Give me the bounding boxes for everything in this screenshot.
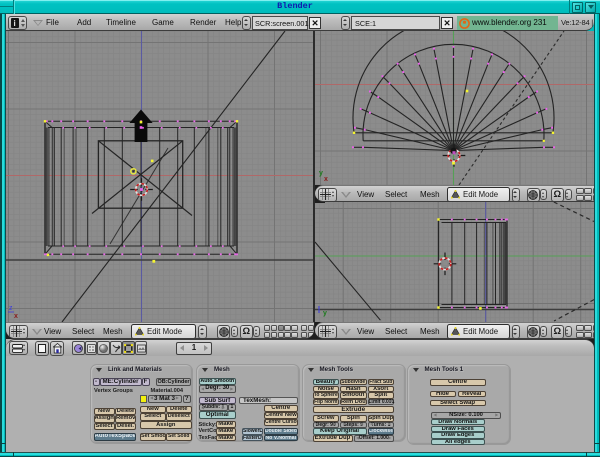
svg-text:z: z (9, 305, 13, 312)
svg-text:x: x (14, 313, 18, 320)
svg-text:y: y (323, 310, 327, 317)
svg-text:x: x (324, 176, 328, 183)
svg-text:y: y (319, 170, 323, 177)
